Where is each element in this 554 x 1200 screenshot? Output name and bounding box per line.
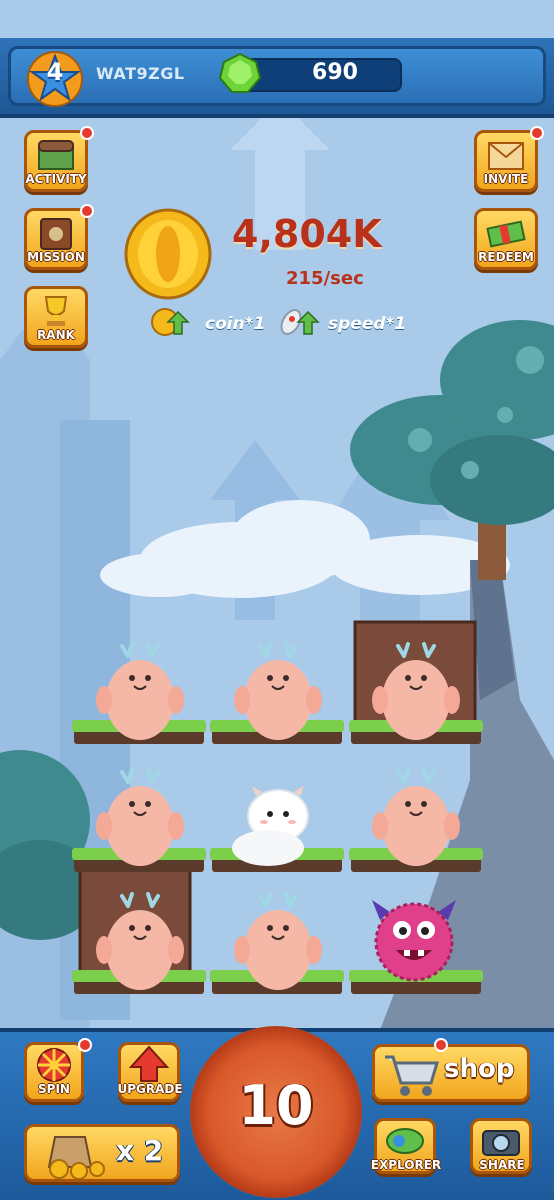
pink-antler-monster[interactable] [230, 892, 326, 992]
spin-notification-dot [78, 1038, 92, 1052]
coin-bag-icon [47, 1136, 105, 1179]
pink-antler-monster[interactable] [368, 642, 464, 742]
explorer-map-icon [386, 1128, 424, 1154]
pink-antler-monster[interactable] [92, 892, 188, 992]
explorer-label: EXPLORER [370, 1158, 442, 1172]
spin-label: SPIN [38, 1082, 70, 1096]
multiplier-label: x 2 [116, 1134, 164, 1167]
camera-icon [482, 1130, 520, 1156]
up-arrow-icon [128, 1045, 170, 1082]
upgrade-label: UPGRADE [117, 1082, 183, 1096]
spin-wheel-icon [37, 1048, 71, 1082]
white-fluffy-monster[interactable] [228, 772, 324, 872]
shopping-cart-icon [385, 1055, 440, 1096]
purple-furry-monster[interactable] [366, 890, 462, 990]
monster-platform-grid [72, 720, 483, 994]
shop-notification-dot [434, 1038, 448, 1052]
pink-antler-monster[interactable] [92, 768, 188, 868]
pink-antler-monster[interactable] [92, 642, 188, 742]
tap-count: 10 [238, 1074, 314, 1137]
pink-antler-monster[interactable] [230, 642, 326, 742]
pink-antler-monster[interactable] [368, 768, 464, 868]
shop-label: shop [444, 1054, 515, 1084]
share-label: SHARE [479, 1158, 525, 1172]
